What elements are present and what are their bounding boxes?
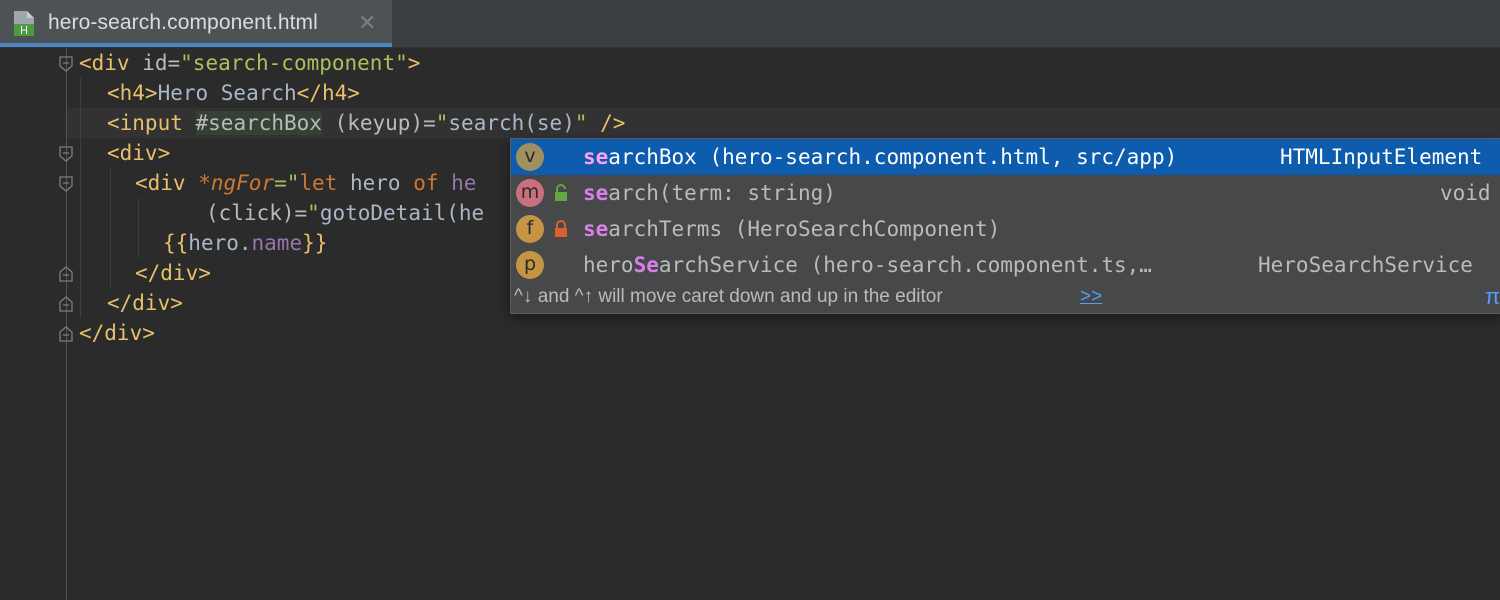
code-line-9[interactable]: </div> [107,288,183,318]
active-tab-indicator [0,43,392,47]
code-editor[interactable]: <div id="search-component"> <h4>Hero Sea… [0,48,1500,600]
code-line-1[interactable]: <div id="search-component"> [79,48,420,78]
indent-guide [110,168,111,288]
field-icon: f [516,215,544,243]
svg-text:H: H [20,24,28,37]
indent-guide [80,78,81,318]
private-lock-icon [555,220,567,237]
code-line-10[interactable]: </div> [79,318,155,348]
fold-end-icon[interactable] [59,326,73,342]
property-icon: p [516,251,544,279]
completion-item-name: searchTerms (HeroSearchComponent) [583,217,1001,241]
editor-tab[interactable]: H hero-search.component.html ✕ [0,0,392,47]
tab-file-name: hero-search.component.html [48,11,318,34]
fold-end-icon[interactable] [59,266,73,282]
code-line-7[interactable]: {{hero.name}} [163,228,327,258]
indent-guide [138,198,139,258]
code-completion-popup: v searchBox (hero-search.component.html,… [510,138,1500,314]
code-line-3[interactable]: <input #searchBox (keyup)="search(se)" /… [107,108,625,138]
code-line-6[interactable]: (click)="gotoDetail(he [206,198,484,228]
code-line-2[interactable]: <h4>Hero Search</h4> [107,78,360,108]
completion-item[interactable]: p heroSearchService (hero-search.compone… [511,247,1500,283]
fold-collapse-icon[interactable] [59,176,73,192]
completion-item-name: search(term: string) [583,181,836,205]
fold-collapse-icon[interactable] [59,56,73,72]
fold-collapse-icon[interactable] [59,146,73,162]
close-icon[interactable]: ✕ [358,12,376,34]
completion-item-name: searchBox (hero-search.component.html, s… [583,145,1178,169]
hint-more-link[interactable]: >> [1080,283,1102,311]
fold-end-icon[interactable] [59,296,73,312]
gutter-separator [66,48,67,600]
code-line-5[interactable]: <div *ngFor="let hero of he [135,168,476,198]
completion-item-type: HeroSearchService [1258,253,1473,277]
html-file-icon: H [14,11,34,37]
variable-icon: v [516,143,544,171]
completion-item[interactable]: m search(term: string) void [511,175,1500,211]
code-line-4[interactable]: <div> [107,138,170,168]
editor-tab-bar: H hero-search.component.html ✕ [0,0,1500,48]
completion-item-type: void [1440,181,1491,205]
pi-icon[interactable]: π [1485,283,1500,311]
code-line-8[interactable]: </div> [135,258,211,288]
completion-item-type: HTMLInputElement [1280,145,1483,169]
public-lock-icon [555,184,567,201]
method-icon: m [516,179,544,207]
completion-hint-text: ^↓ and ^↑ will move caret down and up in… [514,286,943,307]
completion-item[interactable]: v searchBox (hero-search.component.html,… [511,139,1500,175]
completion-item[interactable]: f searchTerms (HeroSearchComponent) [511,211,1500,247]
completion-item-name: heroSearchService (hero-search.component… [583,253,1152,277]
